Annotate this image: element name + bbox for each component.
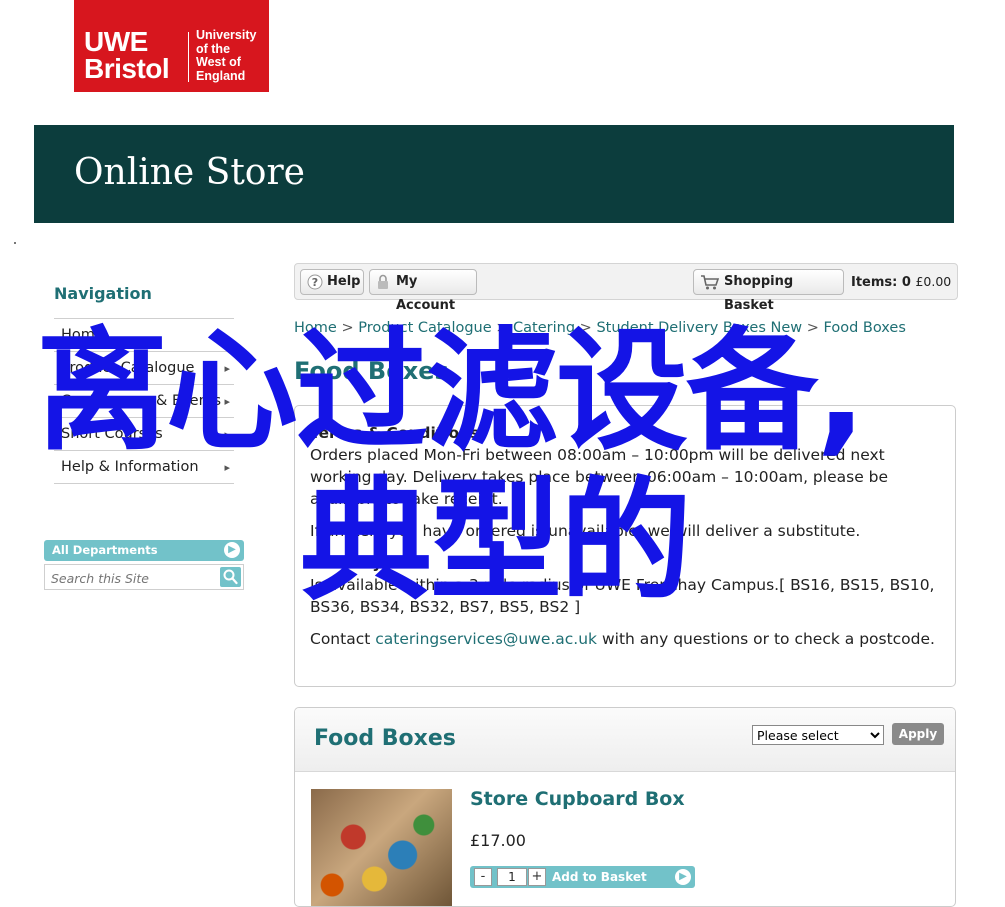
- products-header: Food Boxes Please select Apply: [295, 708, 955, 772]
- sort-select[interactable]: Please select: [752, 725, 884, 745]
- terms-ordering-text: Orders placed Mon-Fri between 08:00am – …: [310, 446, 889, 508]
- help-icon: ?: [307, 274, 323, 299]
- chevron-right-icon: ▸: [224, 395, 230, 408]
- items-price: £0.00: [915, 274, 952, 289]
- all-departments-dropdown[interactable]: All Departments ▶: [44, 540, 244, 561]
- breadcrumb-separator: >: [579, 320, 592, 336]
- chevron-right-icon: ▶: [224, 542, 240, 558]
- navigation-heading: Navigation: [54, 284, 152, 303]
- decorative-dot: [14, 242, 16, 244]
- contact-email-link[interactable]: cateringservices@uwe.ac.uk: [375, 630, 597, 648]
- chevron-right-icon: ▸: [224, 362, 230, 375]
- shopping-cart-icon: [700, 274, 720, 299]
- all-departments-label: All Departments: [52, 543, 158, 557]
- breadcrumb-food-boxes[interactable]: Food Boxes: [824, 320, 906, 336]
- products-panel: Food Boxes Please select Apply Store Cup…: [294, 707, 956, 907]
- product-name[interactable]: Store Cupboard Box: [470, 788, 685, 810]
- breadcrumb-separator: >: [341, 320, 354, 336]
- chevron-right-icon: ▸: [224, 428, 230, 441]
- sidebar-item-label: Product Catalogue: [61, 360, 195, 376]
- delivery-heading: Delivery: [310, 554, 383, 572]
- breadcrumb: Home > Product Catalogue > Catering > St…: [294, 320, 906, 336]
- my-account-button[interactable]: My Account: [369, 269, 477, 313]
- contact-text: Contact cateringservices@uwe.ac.uk with …: [310, 630, 935, 648]
- breadcrumb-catering[interactable]: Catering: [513, 320, 575, 336]
- search-button[interactable]: [220, 567, 241, 587]
- shopping-basket-button[interactable]: Shopping Basket: [693, 269, 844, 313]
- help-button[interactable]: ? Help: [300, 269, 364, 295]
- products-title: Food Boxes: [314, 726, 456, 751]
- delivery-text: Is available within a 3 mile radius of U…: [310, 576, 935, 616]
- chevron-right-icon: ▸: [224, 461, 230, 474]
- search-input[interactable]: [45, 565, 223, 591]
- my-account-label: My Account: [396, 274, 456, 313]
- quantity-field[interactable]: 1: [497, 868, 527, 886]
- page-title: Food Boxes: [294, 357, 449, 385]
- chevron-right-icon: ▶: [675, 869, 691, 885]
- sidebar-item-short-courses[interactable]: Short Courses ▸: [54, 418, 234, 451]
- breadcrumb-separator: >: [496, 320, 509, 336]
- add-to-basket-bar: - 1 + Add to Basket ▶: [470, 866, 695, 888]
- logo-divider: [188, 32, 189, 82]
- add-to-basket-button[interactable]: Add to Basket: [552, 866, 647, 888]
- help-label: Help: [327, 274, 361, 289]
- sidebar-item-label: Help & Information: [61, 459, 199, 475]
- logo-subtitle: University of the West of England: [196, 28, 257, 83]
- sidebar-item-product-catalogue[interactable]: Product Catalogue ▸: [54, 352, 234, 385]
- uwe-bristol-logo[interactable]: UWE Bristol University of the West of En…: [74, 0, 269, 92]
- quantity-decrease-button[interactable]: -: [474, 868, 492, 886]
- logo-wordmark: UWE Bristol: [84, 26, 170, 84]
- store-banner: Online Store: [34, 125, 954, 223]
- quantity-increase-button[interactable]: +: [528, 868, 546, 886]
- sidebar-nav: Home Product Catalogue ▸ Conferences & E…: [54, 318, 234, 484]
- svg-text:?: ?: [312, 276, 318, 289]
- basket-summary: Items: 0 £0.00: [851, 264, 951, 300]
- lock-icon: [376, 274, 390, 299]
- sidebar-item-label: Short Courses: [61, 426, 163, 442]
- sidebar-item-label: Home: [61, 327, 104, 343]
- breadcrumb-separator: >: [806, 320, 819, 336]
- items-label: Items:: [851, 275, 898, 290]
- terms-panel: Terms & Conditions Orders placed Mon-Fri…: [294, 405, 956, 687]
- breadcrumb-home[interactable]: Home: [294, 320, 337, 336]
- store-toolbar: ? Help My Account Shopping Basket Items:…: [294, 263, 958, 313]
- breadcrumb-student-delivery-boxes[interactable]: Student Delivery Boxes New: [596, 320, 802, 336]
- site-search: [44, 564, 244, 591]
- apply-button[interactable]: Apply: [892, 723, 944, 745]
- product-image[interactable]: [311, 789, 452, 906]
- items-count: 0: [901, 275, 911, 290]
- sidebar-item-label: Conferences & Events: [61, 393, 222, 409]
- product-price: £17.00: [470, 831, 526, 850]
- sidebar-item-conferences-events[interactable]: Conferences & Events ▸: [54, 385, 234, 418]
- sidebar-item-home[interactable]: Home: [54, 319, 234, 352]
- terms-heading: Terms & Conditions: [310, 424, 480, 442]
- shopping-basket-label: Shopping Basket: [724, 274, 794, 313]
- search-icon: [223, 569, 238, 585]
- breadcrumb-product-catalogue[interactable]: Product Catalogue: [358, 320, 491, 336]
- sidebar-item-help-information[interactable]: Help & Information ▸: [54, 451, 234, 484]
- banner-title: Online Store: [74, 152, 305, 193]
- terms-substitute-text: If an item you have ordered is unavailab…: [310, 522, 861, 540]
